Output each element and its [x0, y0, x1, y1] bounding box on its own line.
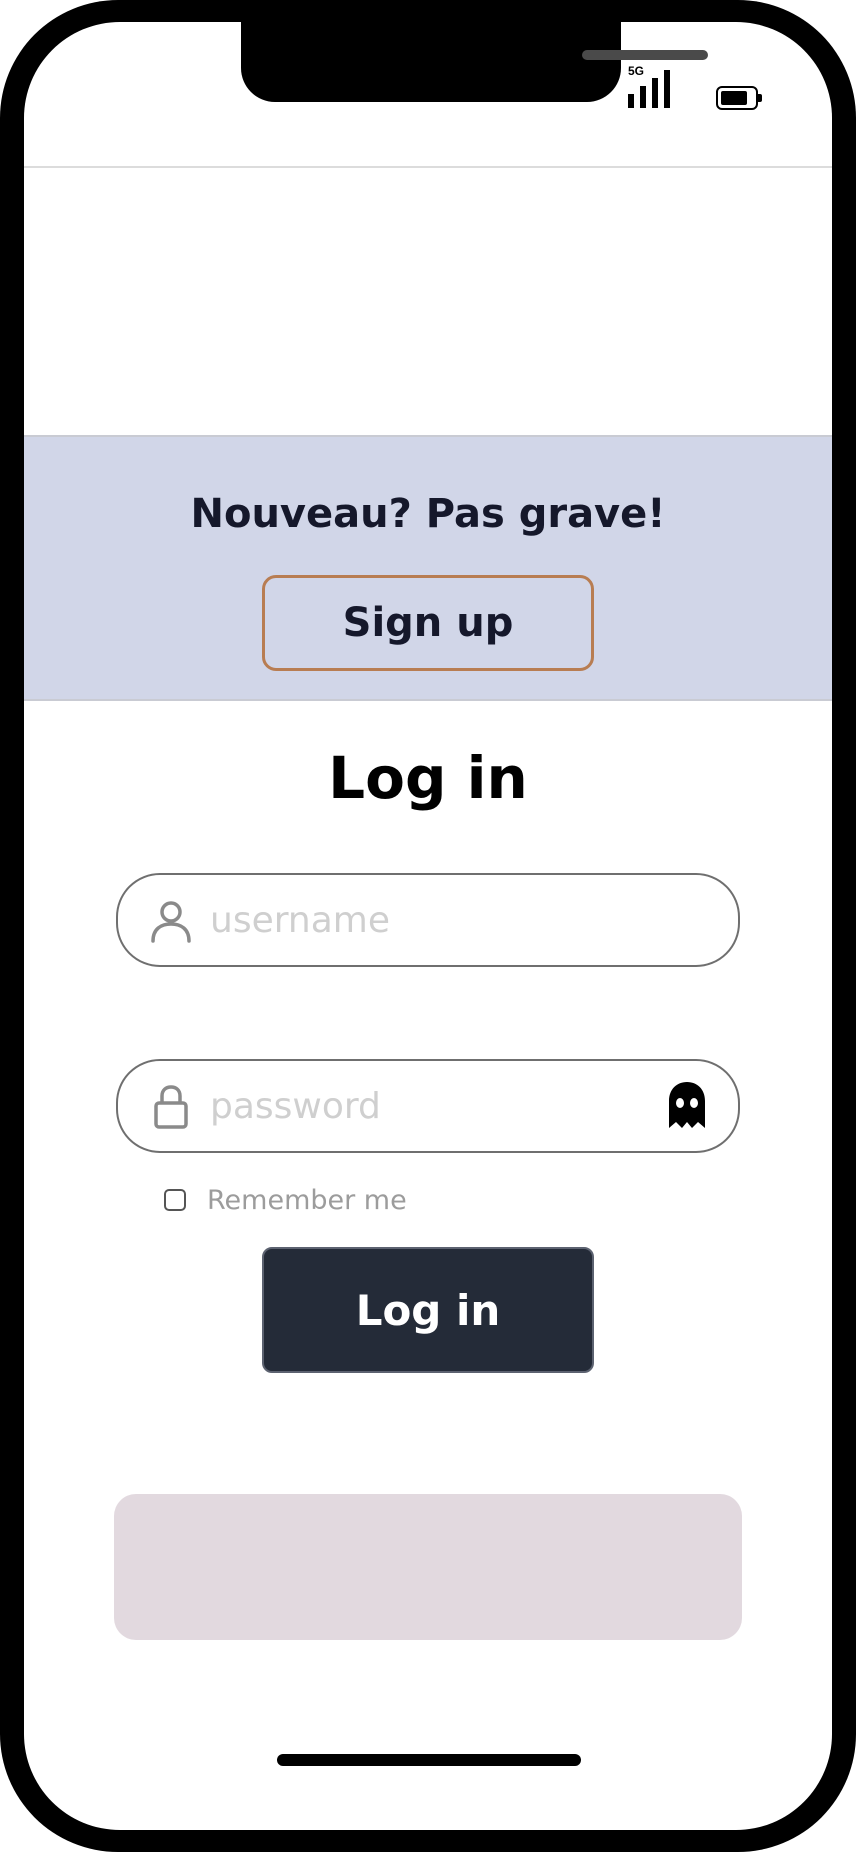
password-input[interactable]	[210, 1075, 610, 1137]
signup-banner: Nouveau? Pas grave! Sign up	[24, 435, 832, 701]
speaker-grille	[582, 50, 708, 60]
notch	[241, 22, 708, 102]
home-indicator[interactable]	[277, 1754, 581, 1766]
signal-bar	[652, 78, 658, 108]
remember-me: Remember me	[164, 1180, 407, 1220]
login-button[interactable]: Log in	[262, 1247, 594, 1373]
signal-bar	[664, 70, 670, 108]
remember-me-checkbox[interactable]	[164, 1189, 186, 1211]
battery-tip	[758, 94, 762, 102]
battery-body	[716, 86, 758, 110]
battery-level	[721, 91, 747, 105]
ghost-icon[interactable]	[665, 1079, 709, 1131]
login-title: Log in	[328, 744, 528, 812]
phone-frame: 5G Nouveau? Pas grave! Sign up Log in us…	[0, 0, 856, 1852]
password-field	[116, 1059, 740, 1153]
info-box	[114, 1494, 742, 1640]
user-icon	[151, 901, 191, 943]
signal-bar	[640, 86, 646, 108]
screen: 5G Nouveau? Pas grave! Sign up Log in us…	[24, 22, 832, 1830]
username-field	[116, 873, 740, 967]
username-input[interactable]	[210, 889, 610, 951]
banner-text: Nouveau? Pas grave!	[190, 491, 666, 537]
battery-icon	[716, 86, 762, 110]
header-divider	[24, 166, 832, 168]
cellular-signal-icon: 5G	[628, 64, 688, 114]
lock-icon	[154, 1085, 188, 1129]
signup-button[interactable]: Sign up	[262, 575, 594, 671]
signal-bar	[628, 94, 634, 108]
network-type-label: 5G	[628, 64, 645, 78]
remember-me-label[interactable]: Remember me	[207, 1185, 407, 1216]
